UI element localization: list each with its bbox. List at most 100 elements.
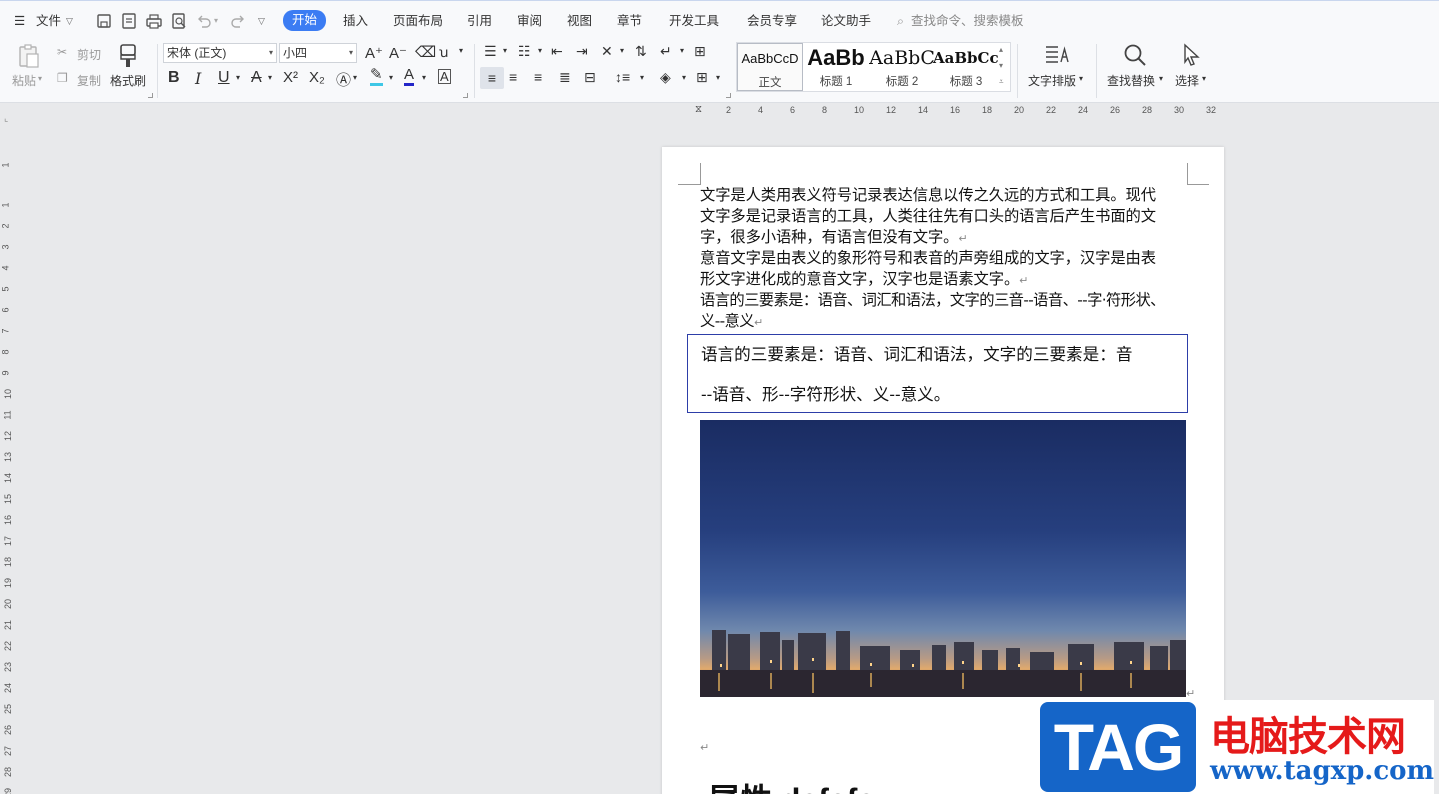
find-replace-icon[interactable] bbox=[1122, 42, 1148, 68]
chevron-down-icon[interactable]: ▽ bbox=[66, 11, 73, 31]
paragraph-launcher-icon[interactable] bbox=[726, 93, 731, 98]
justify-button[interactable]: ≣ bbox=[559, 69, 571, 86]
numbered-list-icon[interactable]: ☷ bbox=[518, 43, 531, 60]
export-pdf-icon[interactable] bbox=[119, 11, 139, 31]
show-marks-icon[interactable]: ↵ bbox=[660, 43, 672, 60]
tab-references[interactable]: 引用 bbox=[467, 11, 492, 31]
expand-gallery-icon[interactable]: ⩡ bbox=[999, 77, 1004, 87]
print-icon[interactable] bbox=[144, 11, 164, 31]
search-icon[interactable]: ⌕ bbox=[897, 11, 904, 31]
tab-review[interactable]: 审阅 bbox=[517, 11, 542, 31]
undo-icon[interactable] bbox=[194, 11, 214, 31]
underline-dropdown-icon[interactable]: ▾ bbox=[236, 73, 240, 82]
bullet-dropdown-icon[interactable]: ▾ bbox=[503, 46, 507, 55]
text-effect-icon[interactable]: Ⓐ bbox=[336, 69, 351, 90]
select-button[interactable]: 选择 bbox=[1175, 72, 1199, 89]
tab-page-layout[interactable]: 页面布局 bbox=[393, 11, 443, 31]
shading-dropdown-icon[interactable]: ▾ bbox=[682, 73, 686, 82]
paste-button[interactable]: 粘贴 bbox=[12, 72, 36, 89]
customize-quick-access-icon[interactable]: ▽ bbox=[258, 11, 265, 31]
phonetic-guide-icon[interactable]: ꭒ bbox=[439, 43, 449, 62]
clipboard-launcher-icon[interactable] bbox=[148, 93, 153, 98]
text-box[interactable]: 语言的三要素是：语音、词汇和语法，文字的三要素是：音 --语音、形--字符形状、… bbox=[687, 334, 1188, 413]
city-night-photo[interactable] bbox=[700, 420, 1186, 697]
character-border-icon[interactable]: A bbox=[438, 69, 451, 84]
phonetic-dropdown-icon[interactable]: ▾ bbox=[459, 46, 463, 55]
align-left-button[interactable]: ≡ bbox=[480, 67, 504, 89]
copy-button[interactable]: 复制 bbox=[77, 72, 101, 89]
text-layout-icon[interactable] bbox=[1043, 42, 1069, 68]
select-dropdown-icon[interactable]: ▾ bbox=[1202, 74, 1206, 83]
show-marks-dropdown-icon[interactable]: ▾ bbox=[680, 46, 684, 55]
save-icon[interactable] bbox=[94, 11, 114, 31]
style-normal[interactable]: AaBbCcD 正文 bbox=[737, 43, 803, 91]
chinese-layout-dropdown-icon[interactable]: ▾ bbox=[620, 46, 624, 55]
subscript-button[interactable]: X₂ bbox=[309, 69, 325, 86]
tab-member[interactable]: 会员专享 bbox=[747, 11, 797, 31]
decrease-font-size-button[interactable]: A⁻ bbox=[389, 44, 407, 62]
style-heading-2[interactable]: AaBbC 标题 2 bbox=[869, 43, 935, 91]
undo-dropdown-icon[interactable]: ▾ bbox=[214, 11, 218, 31]
underline-button[interactable]: U bbox=[218, 69, 230, 87]
highlight-dropdown-icon[interactable]: ▾ bbox=[389, 73, 393, 82]
style-heading-1[interactable]: AaBb 标题 1 bbox=[803, 43, 869, 91]
cut-button[interactable]: 剪切 bbox=[77, 46, 101, 63]
tab-developer[interactable]: 开发工具 bbox=[669, 11, 719, 31]
increase-indent-icon[interactable]: ⇥ bbox=[576, 43, 588, 60]
borders-icon[interactable]: ⊞ bbox=[696, 69, 708, 86]
tab-stops-icon[interactable]: ⊞ bbox=[694, 43, 706, 60]
tab-thesis-assistant[interactable]: 论文助手 bbox=[821, 11, 871, 31]
font-name-select[interactable]: 宋体 (正文) ▾ bbox=[163, 43, 277, 63]
indent-marker-icon[interactable]: ⧖ bbox=[695, 104, 702, 115]
font-launcher-icon[interactable] bbox=[463, 93, 468, 98]
distributed-align-button[interactable]: ⊟ bbox=[584, 69, 596, 86]
partial-heading[interactable]: 属性 dafafa bbox=[708, 775, 875, 794]
paragraph-1[interactable]: 文字是人类用表义符号记录表达信息以传之久远的方式和工具。现代 文字多是记录语言的… bbox=[700, 185, 1190, 249]
text-layout-button[interactable]: 文字排版 bbox=[1028, 72, 1076, 89]
vertical-ruler[interactable]: 1 1 2 3 4 5 6 7 8 9 10 11 12 13 14 15 16 17 18 19 20 21 22 23 24… bbox=[0, 104, 16, 794]
text-effect-dropdown-icon[interactable]: ▾ bbox=[353, 73, 357, 82]
print-preview-icon[interactable] bbox=[169, 11, 189, 31]
strikethrough-icon[interactable]: A bbox=[251, 69, 262, 87]
tab-home[interactable]: 开始 bbox=[283, 10, 327, 31]
borders-dropdown-icon[interactable]: ▾ bbox=[716, 73, 720, 82]
highlight-icon[interactable]: ✎ bbox=[370, 67, 383, 86]
align-right-button[interactable]: ≡ bbox=[534, 69, 542, 85]
shading-icon[interactable]: ◈ bbox=[660, 69, 671, 86]
paste-icon[interactable] bbox=[17, 43, 41, 69]
find-replace-dropdown-icon[interactable]: ▾ bbox=[1159, 74, 1163, 83]
format-painter-icon[interactable] bbox=[117, 43, 139, 69]
scroll-down-icon[interactable]: ▾ bbox=[999, 61, 1003, 70]
paragraph-2[interactable]: 意音文字是由表义的象形符号和表音的声旁组成的文字，汉字是由表 形文字进化成的意音… bbox=[700, 248, 1190, 291]
tab-view[interactable]: 视图 bbox=[567, 11, 592, 31]
command-search-input[interactable]: 查找命令、搜索模板 bbox=[911, 11, 1024, 31]
font-size-select[interactable]: 小四 ▾ bbox=[279, 43, 357, 63]
copy-icon[interactable]: ❐ bbox=[57, 71, 68, 85]
bold-button[interactable]: B bbox=[168, 69, 180, 87]
cut-icon[interactable]: ✂ bbox=[57, 45, 67, 59]
format-painter-button[interactable]: 格式刷 bbox=[110, 72, 146, 89]
strikethrough-dropdown-icon[interactable]: ▾ bbox=[268, 73, 272, 82]
increase-font-size-button[interactable]: A⁺ bbox=[365, 44, 383, 62]
decrease-indent-icon[interactable]: ⇤ bbox=[551, 43, 563, 60]
tab-chapter[interactable]: 章节 bbox=[617, 11, 642, 31]
tab-insert[interactable]: 插入 bbox=[343, 11, 368, 31]
redo-icon[interactable] bbox=[228, 11, 248, 31]
scroll-up-icon[interactable]: ▴ bbox=[999, 45, 1003, 54]
superscript-button[interactable]: X² bbox=[283, 69, 298, 86]
font-color-dropdown-icon[interactable]: ▾ bbox=[422, 73, 426, 82]
bullet-list-icon[interactable]: ☰ bbox=[484, 43, 497, 60]
clear-format-icon[interactable]: ⌫ bbox=[415, 43, 436, 61]
line-spacing-icon[interactable]: ↕≡ bbox=[615, 69, 630, 85]
horizontal-ruler[interactable]: 2 4 6 8 10 12 14 16 18 20 22 24 26 28 30 32 ⧖ bbox=[676, 104, 1216, 119]
chinese-layout-icon[interactable]: ✕ bbox=[601, 43, 613, 60]
line-spacing-dropdown-icon[interactable]: ▾ bbox=[640, 73, 644, 82]
sort-icon[interactable]: ⇅ bbox=[635, 43, 647, 60]
paragraph-3[interactable]: 语言的三要素是：语音、词汇和语法，文字的三音--语音、--字·符形状、 义--意… bbox=[700, 290, 1190, 333]
hamburger-icon[interactable]: ☰ bbox=[14, 11, 25, 31]
select-cursor-icon[interactable] bbox=[1180, 43, 1202, 67]
align-center-button[interactable]: ≡ bbox=[509, 69, 517, 85]
style-heading-3[interactable]: AaBbCcI 标题 3 bbox=[933, 43, 999, 91]
paste-dropdown-icon[interactable]: ▾ bbox=[38, 74, 42, 83]
file-menu[interactable]: 文件 bbox=[36, 11, 61, 31]
